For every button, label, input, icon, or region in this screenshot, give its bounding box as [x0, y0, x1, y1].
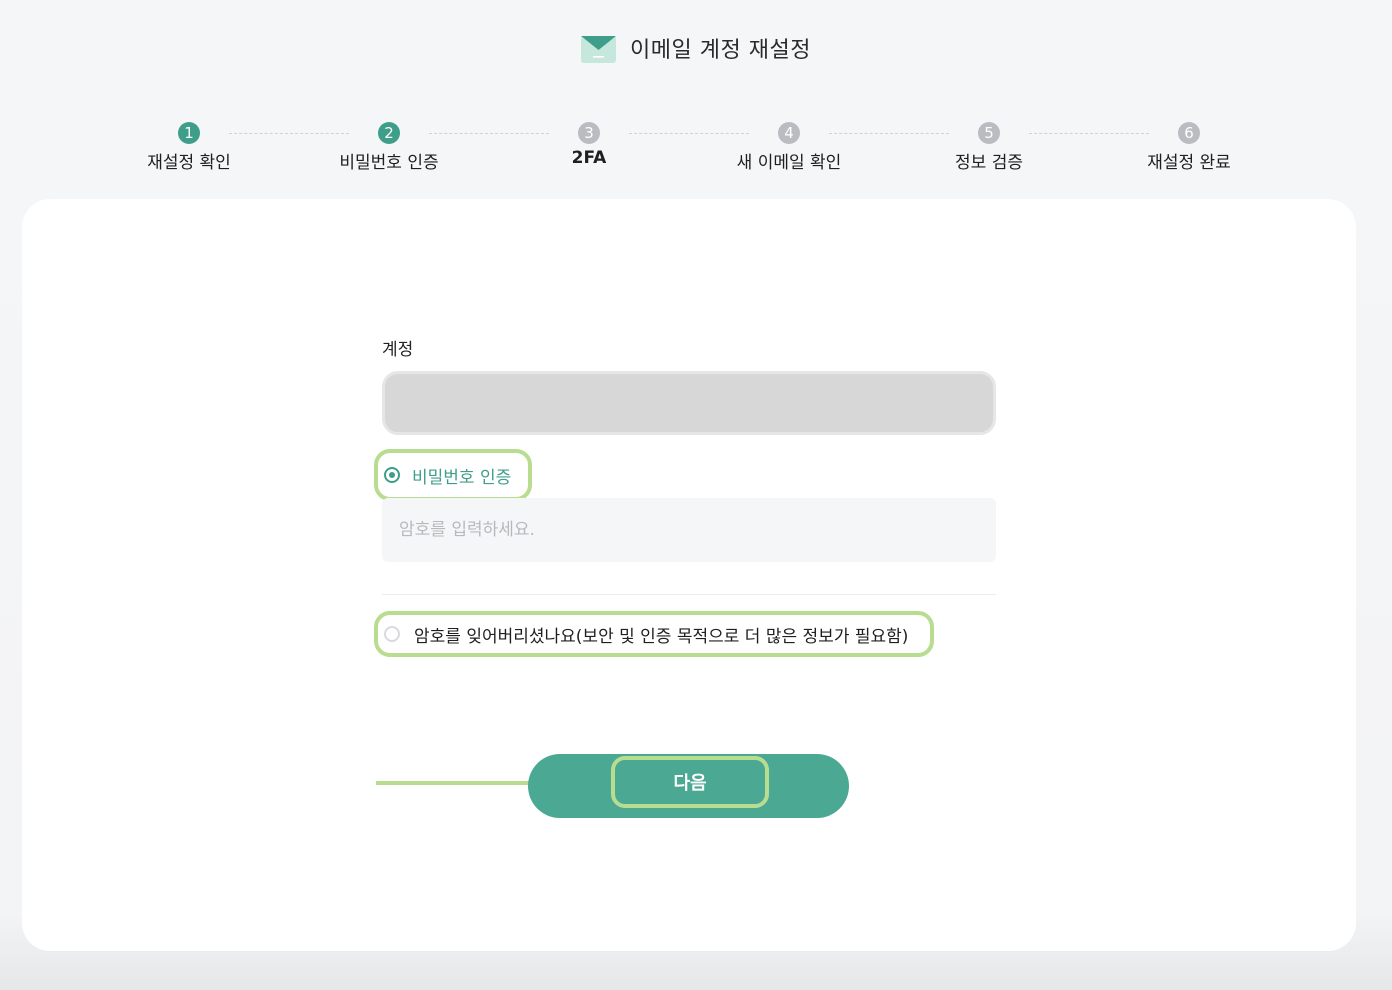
account-label: 계정	[382, 340, 414, 360]
password-auth-radio[interactable]	[384, 467, 400, 483]
step-number: 5	[978, 122, 1000, 144]
progress-stepper: 1 재설정 확인 2 비밀번호 인증 3 2FA 4 새 이메일 확인 5 정보…	[89, 122, 1289, 173]
step-label: 2FA	[571, 148, 607, 168]
step-1: 1 재설정 확인	[89, 122, 289, 173]
password-input[interactable]	[382, 498, 996, 562]
step-number: 1	[178, 122, 200, 144]
step-6: 6 재설정 완료	[1089, 122, 1289, 173]
step-label: 정보 검증	[955, 153, 1023, 173]
forgot-password-option[interactable]: 암호를 잊어버리셨나요(보안 및 인증 목적으로 더 많은 정보가 필요함)	[374, 611, 934, 657]
account-field[interactable]	[382, 371, 996, 435]
step-label: 재설정 확인	[147, 153, 231, 173]
next-button-label: 다음	[611, 756, 769, 808]
step-number: 2	[378, 122, 400, 144]
step-5: 5 정보 검증	[889, 122, 1089, 173]
step-number: 4	[778, 122, 800, 144]
forgot-password-radio[interactable]	[384, 626, 400, 642]
mail-icon	[581, 36, 617, 63]
step-3: 3 2FA	[489, 122, 689, 168]
step-2: 2 비밀번호 인증	[289, 122, 489, 173]
page-title: 이메일 계정 재설정	[630, 38, 811, 63]
step-label: 비밀번호 인증	[339, 153, 439, 173]
form-card: 계정 비밀번호 인증 암호를 잊어버리셨나요(보안 및 인증 목적으로 더 많은…	[22, 199, 1356, 951]
step-number: 6	[1178, 122, 1200, 144]
step-4: 4 새 이메일 확인	[689, 122, 889, 173]
step-label: 새 이메일 확인	[736, 153, 842, 173]
password-auth-option[interactable]: 비밀번호 인증	[374, 449, 532, 501]
divider	[382, 594, 996, 595]
forgot-password-label: 암호를 잊어버리셨나요(보안 및 인증 목적으로 더 많은 정보가 필요함)	[414, 626, 909, 647]
step-label: 재설정 완료	[1147, 153, 1231, 173]
next-button[interactable]: 다음	[528, 754, 849, 818]
password-auth-label: 비밀번호 인증	[412, 467, 512, 488]
step-number: 3	[578, 122, 600, 144]
page-header: 이메일 계정 재설정	[0, 30, 1392, 66]
